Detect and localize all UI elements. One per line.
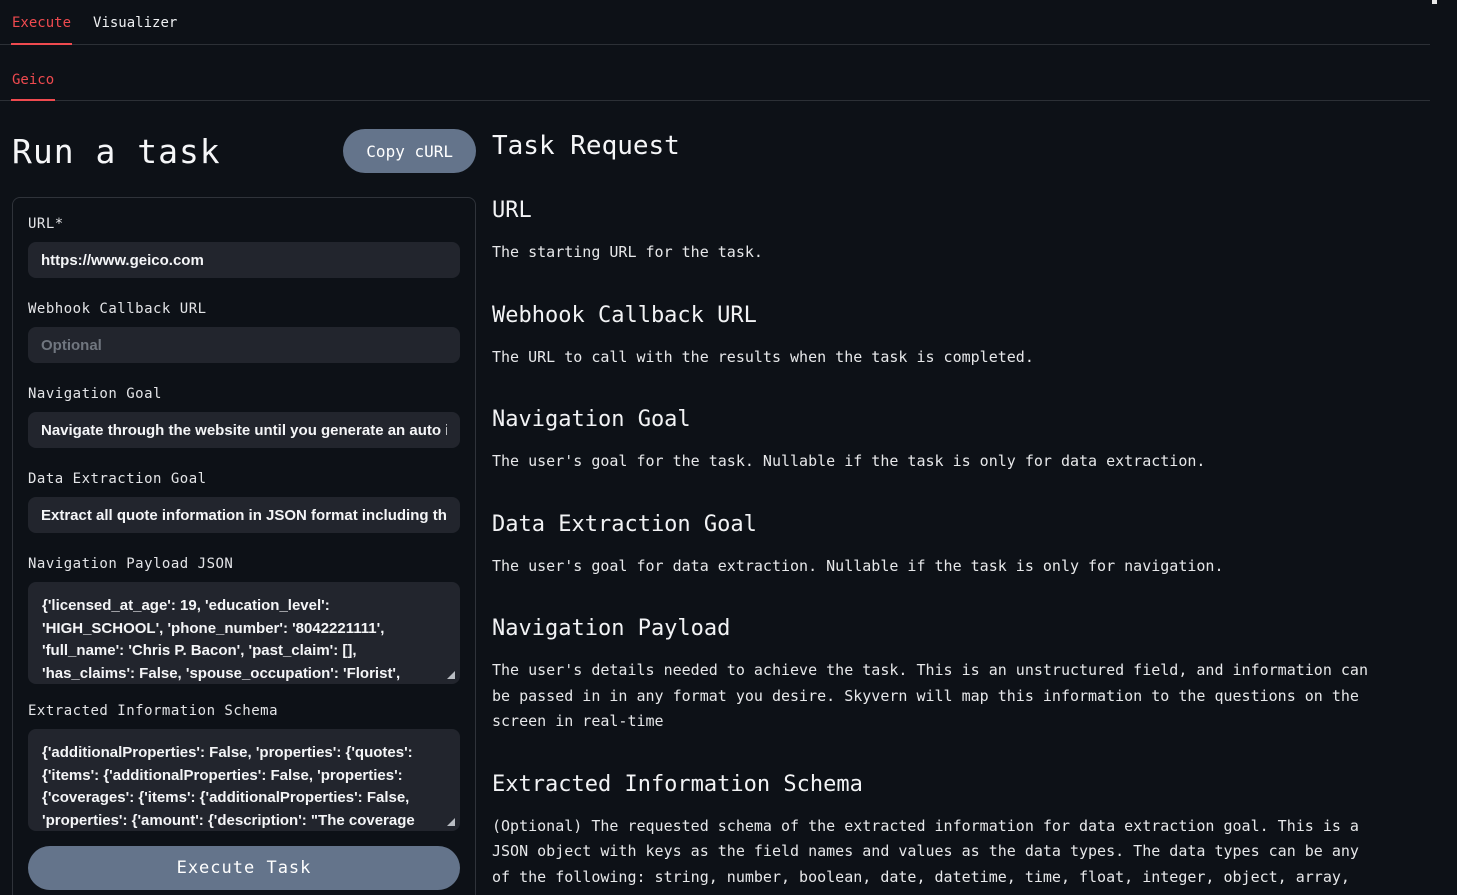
url-input[interactable] [28, 242, 460, 278]
doc-heading: Extracted Information Schema [492, 772, 1457, 797]
run-task-panel: Run a task Copy cURL URL* Webhook Callba… [12, 101, 476, 895]
doc-heading: Navigation Payload [492, 616, 1457, 641]
doc-heading: Navigation Goal [492, 407, 1457, 432]
copy-curl-button[interactable]: Copy cURL [343, 129, 476, 173]
doc-body: The user's details needed to achieve the… [492, 658, 1377, 735]
docs-title: Task Request [492, 131, 1457, 161]
doc-section-navigation-goal: Navigation Goal The user's goal for the … [492, 407, 1457, 475]
tab-geico[interactable]: Geico [11, 58, 55, 100]
webhook-input[interactable] [28, 327, 460, 363]
navigation-payload-label: Navigation Payload JSON [28, 556, 460, 572]
doc-body: The URL to call with the results when th… [492, 345, 1377, 371]
doc-heading: Webhook Callback URL [492, 303, 1457, 328]
url-field-group: URL* [28, 216, 460, 278]
doc-body: The starting URL for the task. [492, 240, 1377, 266]
extracted-schema-textarea[interactable]: {'additionalProperties': False, 'propert… [28, 729, 460, 831]
scrollbar-thumb[interactable] [1432, 0, 1437, 4]
doc-section-url: URL The starting URL for the task. [492, 198, 1457, 266]
navigation-goal-label: Navigation Goal [28, 386, 460, 402]
task-form-card: URL* Webhook Callback URL Navigation Goa… [12, 197, 476, 895]
doc-body: The user's goal for the task. Nullable i… [492, 449, 1377, 475]
doc-body: The user's goal for data extraction. Nul… [492, 554, 1377, 580]
main-content: Run a task Copy cURL URL* Webhook Callba… [0, 101, 1457, 895]
url-label: URL* [28, 216, 460, 232]
navigation-goal-field-group: Navigation Goal [28, 386, 460, 448]
task-tabbar: Geico [0, 45, 1430, 101]
webhook-label: Webhook Callback URL [28, 301, 460, 317]
doc-heading: URL [492, 198, 1457, 223]
main-tabbar: Execute Visualizer [0, 0, 1430, 45]
navigation-goal-input[interactable] [28, 412, 460, 448]
tab-execute[interactable]: Execute [11, 1, 72, 44]
doc-section-webhook: Webhook Callback URL The URL to call wit… [492, 303, 1457, 371]
doc-body: (Optional) The requested schema of the e… [492, 814, 1377, 895]
extracted-schema-field-group: Extracted Information Schema {'additiona… [28, 703, 460, 831]
navigation-payload-field-group: Navigation Payload JSON {'licensed_at_ag… [28, 556, 460, 684]
run-task-header: Run a task Copy cURL [12, 123, 476, 179]
task-request-docs: Task Request URL The starting URL for th… [476, 101, 1457, 895]
extracted-schema-label: Extracted Information Schema [28, 703, 460, 719]
page-title: Run a task [12, 132, 221, 171]
data-extraction-goal-field-group: Data Extraction Goal [28, 471, 460, 533]
doc-heading: Data Extraction Goal [492, 512, 1457, 537]
doc-section-navigation-payload: Navigation Payload The user's details ne… [492, 616, 1457, 735]
data-extraction-goal-label: Data Extraction Goal [28, 471, 460, 487]
tab-visualizer[interactable]: Visualizer [92, 1, 178, 44]
doc-section-extracted-schema: Extracted Information Schema (Optional) … [492, 772, 1457, 895]
doc-section-data-extraction-goal: Data Extraction Goal The user's goal for… [492, 512, 1457, 580]
navigation-payload-textarea[interactable]: {'licensed_at_age': 19, 'education_level… [28, 582, 460, 684]
data-extraction-goal-input[interactable] [28, 497, 460, 533]
webhook-field-group: Webhook Callback URL [28, 301, 460, 363]
execute-task-button[interactable]: Execute Task [28, 846, 460, 890]
